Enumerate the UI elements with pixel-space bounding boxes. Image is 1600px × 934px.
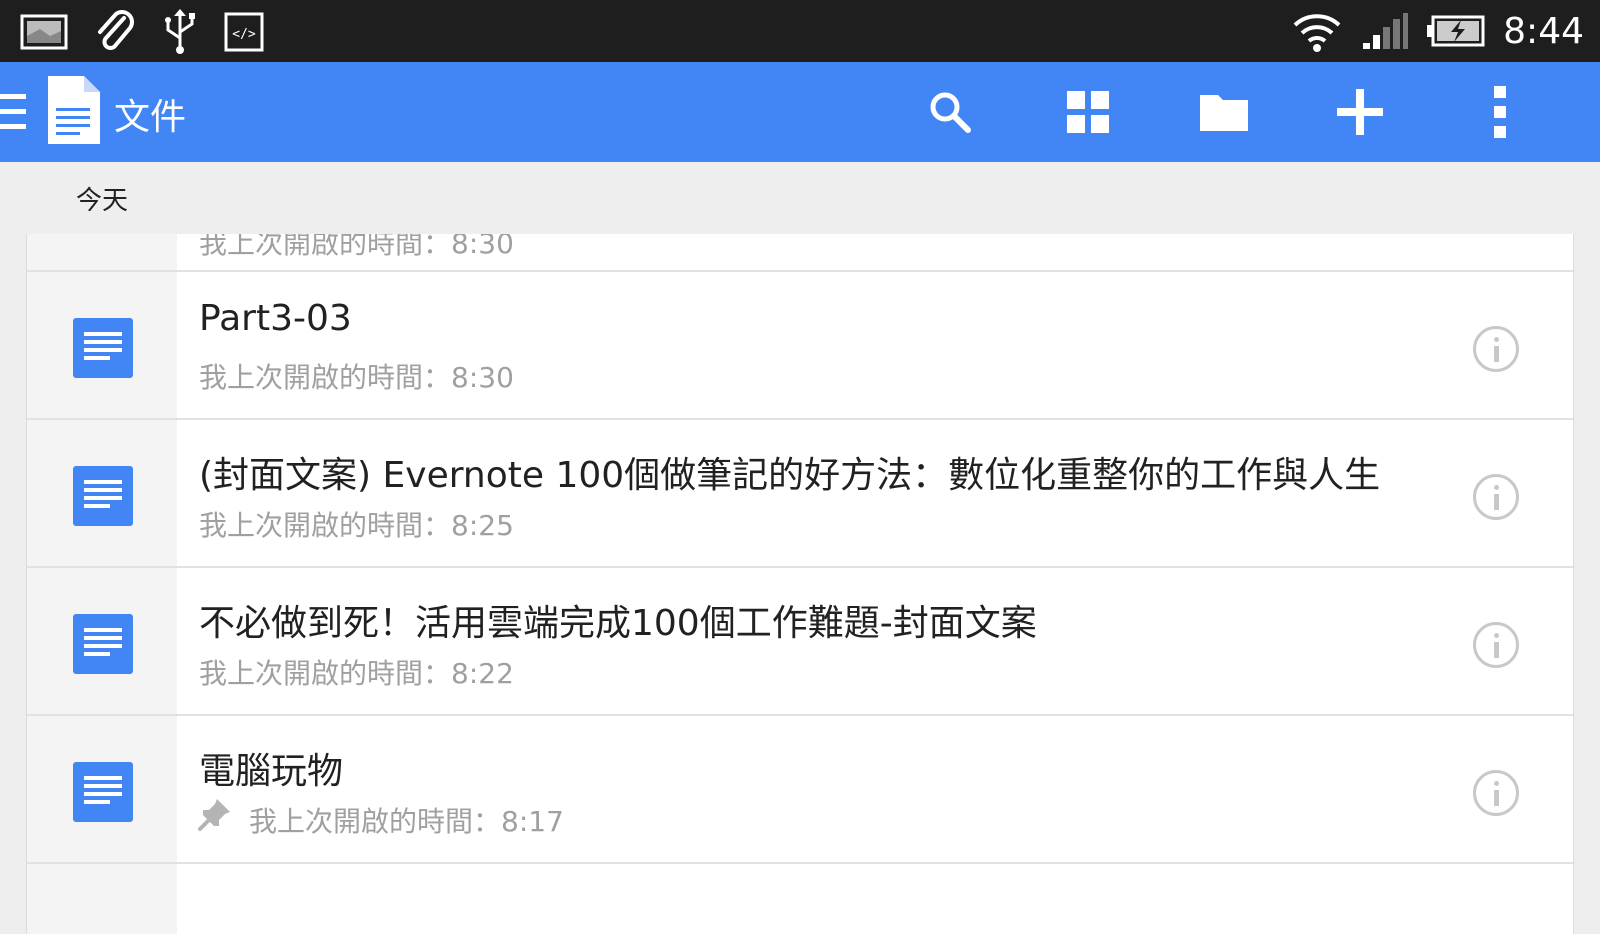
grid-view-button[interactable]: [1060, 84, 1116, 140]
status-bar-notifications: </>: [20, 8, 264, 56]
svg-text:</>: </>: [232, 27, 256, 42]
status-bar-system: 8:44: [1291, 0, 1584, 62]
list-item[interactable]: Part3-03 我上次開啟的時間：8:30: [27, 270, 1573, 420]
more-options-button[interactable]: [1472, 84, 1528, 140]
document-last-opened: 我上次開啟的時間：8:30: [199, 361, 514, 394]
section-header-today: 今天: [76, 186, 129, 216]
document-last-opened: 我上次開啟的時間：8:22: [199, 657, 514, 690]
signal-icon: [1363, 13, 1409, 49]
document-title: Part3-03: [199, 298, 352, 339]
add-icon: [1337, 89, 1383, 135]
search-button[interactable]: [922, 84, 978, 140]
document-icon: [73, 466, 133, 526]
code-icon: </>: [224, 12, 264, 52]
attachment-icon: [98, 10, 134, 50]
info-icon[interactable]: [1473, 622, 1519, 668]
list-item-partial[interactable]: 我上次開啟的時間：8:30: [27, 234, 1573, 274]
info-icon[interactable]: [1473, 474, 1519, 520]
document-title: 不必做到死！活用雲端完成100個工作難題-封面文案: [199, 603, 1037, 644]
list-item-partial[interactable]: [27, 862, 1573, 922]
document-icon: [73, 762, 133, 822]
app-title: 文件: [114, 97, 187, 138]
grid-view-icon: [1067, 91, 1109, 133]
list-item[interactable]: (封面文案) Evernote 100個做筆記的好方法：數位化重整你的工作與人生…: [27, 418, 1573, 568]
usb-icon: [165, 9, 195, 54]
status-time: 8:44: [1503, 10, 1584, 52]
list-item[interactable]: 不必做到死！活用雲端完成100個工作難題-封面文案 我上次開啟的時間：8:22: [27, 566, 1573, 716]
document-title: 電腦玩物: [199, 751, 344, 792]
document-title: (封面文案) Evernote 100個做筆記的好方法：數位化重整你的工作與人生: [199, 455, 1381, 496]
document-list: 我上次開啟的時間：8:30 Part3-03 我上次開啟的時間：8:30 (封面…: [26, 234, 1574, 934]
document-last-opened: 我上次開啟的時間：8:17: [249, 805, 564, 838]
info-icon[interactable]: [1473, 770, 1519, 816]
search-icon: [930, 92, 971, 133]
screenshot-icon: [20, 14, 68, 50]
wifi-icon: [1293, 14, 1341, 52]
battery-charging-icon: [1427, 15, 1485, 47]
document-last-opened: 我上次開啟的時間：8:25: [199, 509, 514, 542]
menu-icon[interactable]: [0, 94, 26, 130]
add-button[interactable]: [1332, 84, 1388, 140]
info-icon[interactable]: [1473, 326, 1519, 372]
status-bar: </> 8:44: [0, 0, 1600, 62]
folder-icon: [1200, 95, 1248, 131]
app-bar: 文件: [0, 62, 1600, 162]
folder-button[interactable]: [1196, 84, 1252, 140]
more-vert-icon: [1494, 86, 1506, 138]
document-icon: [73, 614, 133, 674]
pin-icon: [198, 799, 230, 831]
list-item[interactable]: 電腦玩物 我上次開啟的時間：8:17: [27, 714, 1573, 864]
docs-logo-icon: [48, 76, 100, 144]
document-icon: [73, 318, 133, 378]
document-last-opened: 我上次開啟的時間：8:30: [199, 234, 514, 260]
